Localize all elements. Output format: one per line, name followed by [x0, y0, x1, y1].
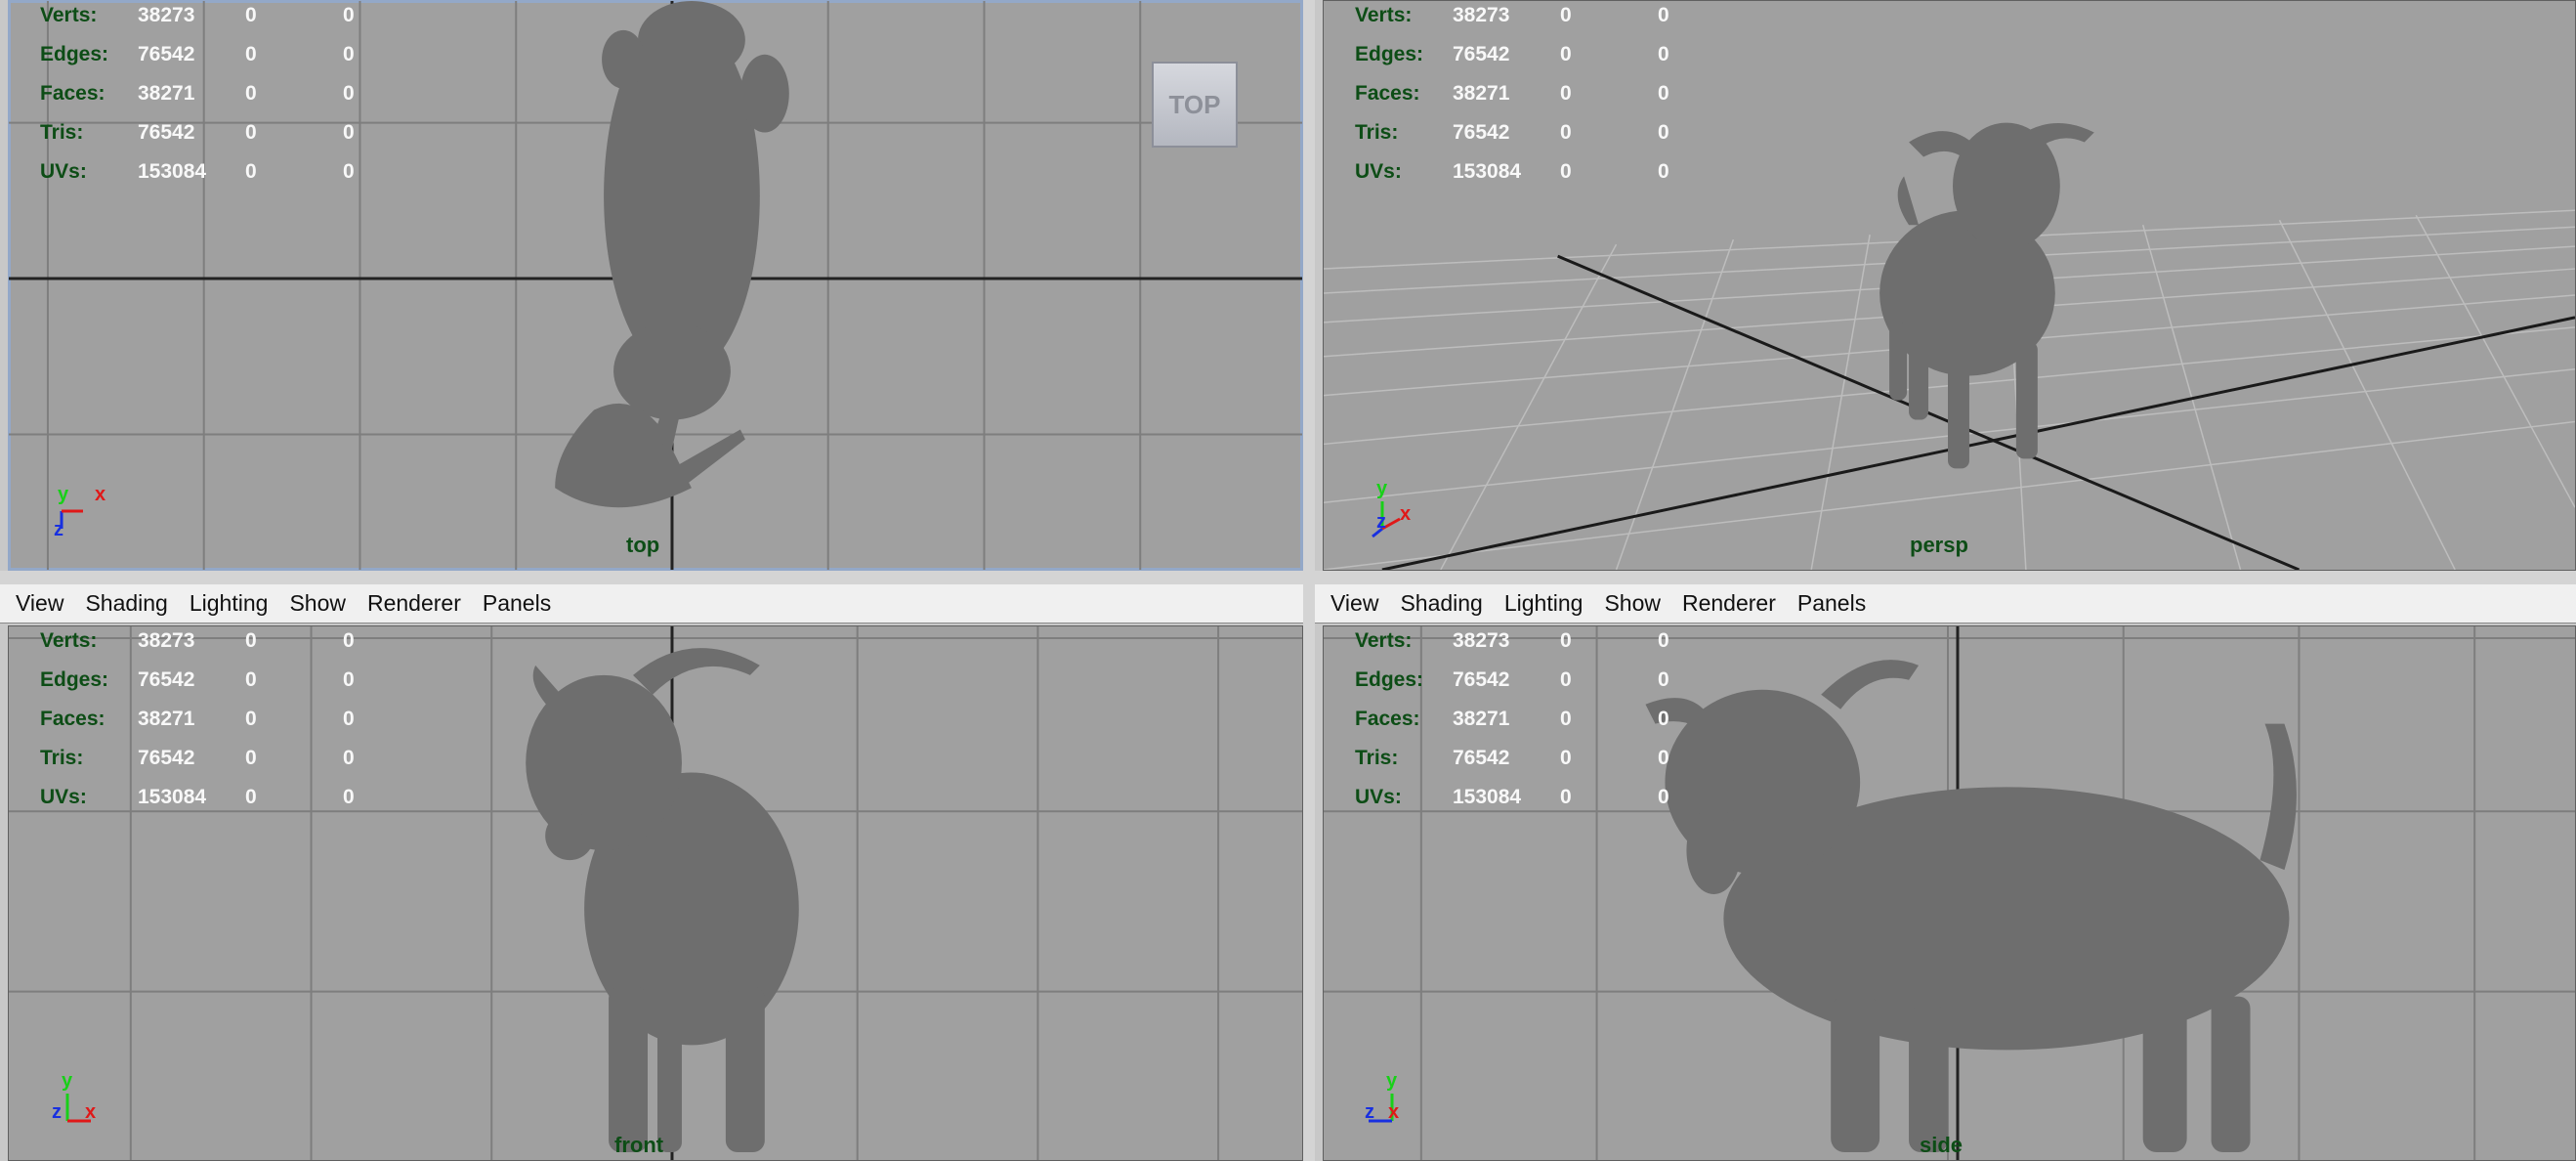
menu-view[interactable]: View	[1330, 590, 1378, 617]
goat-model-front	[526, 648, 799, 1153]
axis-x-label: x	[1400, 503, 1412, 525]
hud-row: UVs: 153084 0 0	[1355, 786, 1669, 808]
hud-stats-side: Verts: 38273 0 0 Edges: 76542 0 0 Faces: 38271 0…	[1355, 626, 1746, 822]
panel-divider	[0, 571, 2576, 584]
hud-row: Verts: 38273 0 0	[40, 629, 355, 652]
axis-gizmo-top: y x z	[48, 482, 116, 550]
camera-label-front: front	[614, 1133, 664, 1157]
hud-row: Faces: 38271 0 0	[1355, 82, 1669, 105]
axis-z-label: z	[1376, 511, 1386, 533]
hud-row: Edges: 76542 0 0	[1355, 43, 1669, 65]
camera-label-side: side	[1920, 1133, 1964, 1157]
hud-row: Tris: 76542 0 0	[40, 121, 355, 144]
hud-row: UVs: 153084 0 0	[40, 160, 355, 183]
hud-row: Edges: 76542 0 0	[40, 43, 355, 65]
menu-show[interactable]: Show	[289, 590, 346, 617]
hud-row: UVs: 153084 0 0	[1355, 160, 1669, 183]
menu-lighting[interactable]: Lighting	[190, 590, 269, 617]
panel-persp: Verts: 38273 0 0 Edges: 76542 0 0 Faces: 38271 0…	[1315, 0, 2576, 571]
goat-model-top	[555, 1, 789, 508]
panel-front: View Shading Lighting Show Renderer Pane…	[0, 584, 1303, 1161]
hud-row: Tris: 76542 0 0	[1355, 121, 1669, 144]
hud-row: Faces: 38271 0 0	[40, 708, 355, 730]
menu-view[interactable]: View	[16, 590, 63, 617]
viewport-side[interactable]: Verts: 38273 0 0 Edges: 76542 0 0 Faces: 38271 0…	[1323, 625, 2576, 1161]
menu-renderer[interactable]: Renderer	[367, 590, 461, 617]
hud-row: Faces: 38271 0 0	[1355, 708, 1669, 730]
menu-renderer[interactable]: Renderer	[1682, 590, 1776, 617]
hud-stats-front: Verts: 38273 0 0 Edges: 76542 0 0 Faces: 38271 0…	[40, 626, 431, 822]
hud-stats-persp: Verts: 38273 0 0 Edges: 76542 0 0 Faces: 38271 0…	[1355, 1, 1746, 196]
hud-row: UVs: 153084 0 0	[40, 786, 355, 808]
axis-x-label: x	[95, 484, 106, 505]
menubar-front: View Shading Lighting Show Renderer Pane…	[0, 584, 1303, 624]
hud-row: Tris: 76542 0 0	[40, 747, 355, 769]
menu-panels[interactable]: Panels	[483, 590, 551, 617]
axis-y-label: y	[62, 1070, 73, 1092]
menu-shading[interactable]: Shading	[85, 590, 167, 617]
viewcube[interactable]: TOP	[1152, 62, 1238, 148]
viewport-front[interactable]: Verts: 38273 0 0 Edges: 76542 0 0 Faces: 38271 0…	[8, 625, 1303, 1161]
camera-label-top: top	[626, 533, 660, 557]
hud-row: Faces: 38271 0 0	[40, 82, 355, 105]
hud-row: Verts: 38273 0 0	[1355, 4, 1669, 26]
axis-y-label: y	[1376, 478, 1388, 499]
axis-y-label: y	[1386, 1070, 1398, 1092]
axis-x-label: x	[1388, 1101, 1400, 1123]
hud-row: Verts: 38273 0 0	[40, 4, 355, 26]
menubar-side: View Shading Lighting Show Renderer Pane…	[1315, 584, 2576, 624]
hud-row: Tris: 76542 0 0	[1355, 747, 1669, 769]
hud-row: Edges: 76542 0 0	[40, 668, 355, 691]
hud-row: Verts: 38273 0 0	[1355, 629, 1669, 652]
goat-model-persp	[1879, 122, 2094, 469]
viewport-top[interactable]: Verts: 38273 0 0 Edges: 76542 0 0 Faces: 38271 0…	[8, 0, 1303, 571]
hud-row: Edges: 76542 0 0	[1355, 668, 1669, 691]
axis-z-label: z	[52, 1101, 62, 1123]
menu-panels[interactable]: Panels	[1797, 590, 1866, 617]
camera-label-persp: persp	[1910, 533, 1968, 557]
axis-gizmo-icon	[1372, 501, 1401, 538]
menu-show[interactable]: Show	[1604, 590, 1661, 617]
panel-top: Verts: 38273 0 0 Edges: 76542 0 0 Faces: 38271 0…	[0, 0, 1303, 571]
panel-side: View Shading Lighting Show Renderer Pane…	[1315, 584, 2576, 1161]
axis-gizmo-persp: y x z	[1363, 478, 1431, 550]
axis-gizmo-side: y z x	[1363, 1070, 1431, 1140]
menu-shading[interactable]: Shading	[1400, 590, 1482, 617]
axis-x-label: x	[85, 1101, 97, 1123]
viewport-persp[interactable]: Verts: 38273 0 0 Edges: 76542 0 0 Faces: 38271 0…	[1323, 0, 2576, 571]
axis-z-label: z	[54, 519, 63, 540]
axis-gizmo-front: y z x	[48, 1070, 116, 1140]
axis-y-label: y	[58, 484, 69, 505]
axis-z-label: z	[1365, 1101, 1374, 1123]
menu-lighting[interactable]: Lighting	[1504, 590, 1584, 617]
hud-stats-top: Verts: 38273 0 0 Edges: 76542 0 0 Faces: 38271 0…	[40, 1, 431, 196]
